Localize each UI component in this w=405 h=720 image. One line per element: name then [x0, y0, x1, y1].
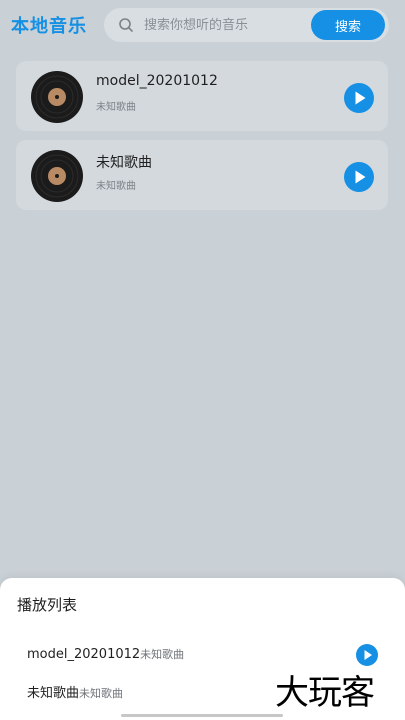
search-button[interactable]: 搜索: [311, 10, 385, 40]
playlist-item-name: model_20201012未知歌曲: [27, 646, 184, 662]
song-title: 未知歌曲: [96, 155, 152, 171]
app-title: 本地音乐: [11, 16, 87, 37]
song-artist: 未知歌曲: [96, 102, 136, 113]
playlist-item-name: 未知歌曲未知歌曲: [27, 682, 123, 701]
playlist-item-title: 未知歌曲: [27, 686, 80, 701]
song-card[interactable]: model_20201012 未知歌曲: [16, 61, 388, 131]
header: 本地音乐 搜索: [0, 0, 405, 50]
play-icon[interactable]: [356, 644, 378, 666]
vinyl-disc-icon: [31, 150, 83, 202]
song-artist: 未知歌曲: [96, 181, 136, 192]
watermark: 大玩客: [275, 673, 375, 713]
vinyl-disc-icon: [31, 71, 83, 123]
home-indicator: [121, 714, 283, 717]
playlist-item-artist: 未知歌曲: [79, 687, 124, 700]
play-icon[interactable]: [344, 162, 374, 192]
playlist-item-artist: 未知歌曲: [140, 648, 185, 661]
song-title: model_20201012: [96, 73, 218, 89]
play-icon[interactable]: [344, 83, 374, 113]
playlist-item-title: model_20201012: [27, 647, 141, 662]
song-card[interactable]: 未知歌曲 未知歌曲: [16, 140, 388, 210]
search-icon: [119, 18, 133, 32]
playlist-title: 播放列表: [17, 596, 78, 614]
search-box[interactable]: 搜索: [104, 8, 389, 42]
search-input[interactable]: [144, 8, 304, 42]
